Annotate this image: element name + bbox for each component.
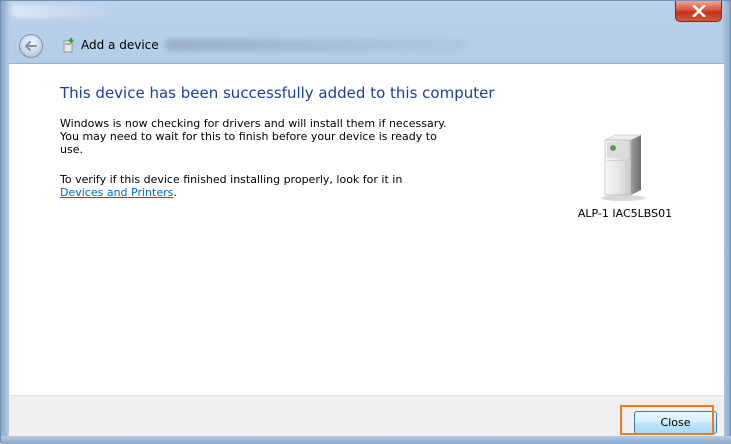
verify-info-text: To verify if this device finished instal… [60, 173, 460, 199]
navigation-bar: Add a device [9, 31, 724, 61]
verify-text-suffix: . [173, 186, 177, 199]
device-name-label: ALP-1 IAC5LBS01 [577, 207, 673, 220]
driver-info-text: Windows is now checking for drivers and … [60, 117, 447, 156]
window-frame: Add a device This device has been succes… [0, 0, 731, 444]
window-title-blurred [11, 4, 121, 18]
devices-and-printers-link[interactable]: Devices and Printers [60, 186, 173, 199]
success-headline: This device has been successfully added … [60, 84, 495, 102]
pc-tower-icon [601, 134, 645, 201]
close-button-highlight [620, 405, 714, 435]
back-button[interactable] [19, 34, 43, 58]
page-title: Add a device [81, 38, 159, 52]
dialog-footer: Close [9, 395, 724, 437]
verify-text-prefix: To verify if this device finished instal… [60, 173, 403, 186]
close-x-icon [691, 5, 706, 17]
window-close-button[interactable] [675, 1, 722, 22]
content-panel: This device has been successfully added … [9, 63, 724, 396]
blurred-breadcrumb-text [165, 39, 465, 51]
window-border-left [1, 1, 9, 444]
add-device-icon [63, 38, 74, 53]
back-arrow-icon [25, 41, 37, 51]
